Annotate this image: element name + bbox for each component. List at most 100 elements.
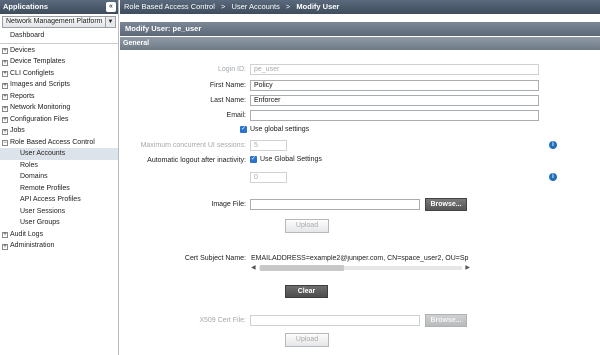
expand-icon[interactable]: + [2, 243, 8, 250]
app-root: Applications « Network Management Platfo… [0, 0, 600, 355]
breadcrumb-item-user-accounts[interactable]: User Accounts [231, 2, 279, 11]
sidebar: Applications « Network Management Platfo… [0, 0, 119, 355]
sidebar-item-devices[interactable]: + Devices [0, 45, 118, 57]
sidebar-item-api-access-profiles[interactable]: API Access Profiles [0, 194, 118, 206]
checkmark-icon: ✓ [240, 126, 247, 132]
sidebar-item-label: Devices [10, 46, 35, 54]
sidebar-item-label: Domains [20, 173, 48, 180]
expand-icon[interactable]: + [2, 59, 8, 66]
auto-logout-timeout-field: 0 [250, 172, 287, 183]
sidebar-item-label: Reports [10, 92, 35, 100]
sidebar-header: Applications « [0, 0, 118, 14]
expand-icon[interactable]: + [2, 117, 8, 123]
sidebar-item-network-monitoring[interactable]: + Network Monitoring [0, 102, 118, 114]
sidebar-item-reports[interactable]: + Reports [0, 91, 118, 103]
sidebar-item-label: Remote Profiles [20, 184, 70, 192]
sidebar-item-user-accounts[interactable]: User Accounts [0, 148, 118, 160]
email-field[interactable] [250, 110, 539, 121]
auto-logout-label: Automatic logout after inactivity: [147, 157, 246, 164]
use-global-settings-label: Use global settings [250, 126, 310, 133]
first-name-field[interactable]: Policy [250, 80, 539, 91]
sidebar-item-label: Images and Scripts [10, 81, 70, 88]
cert-subject-scrollbar[interactable]: ◀ ▶ [251, 264, 470, 272]
login-id-field: pe_user [250, 64, 539, 75]
sidebar-divider [0, 42, 118, 44]
application-select[interactable]: Network Management Platform ▼ [2, 16, 116, 28]
cert-subject-value: EMAILADDRESS=example2@juniper.com, CN=sp… [251, 255, 469, 262]
sidebar-item-role-based-access-control[interactable]: − Role Based Access Control [0, 137, 118, 149]
sidebar-item-label: Roles [20, 161, 38, 169]
sidebar-item-administration[interactable]: + Administration [0, 240, 118, 252]
breadcrumb-separator: > [285, 2, 291, 11]
info-icon[interactable]: i [549, 173, 557, 181]
sidebar-item-roles[interactable]: Roles [0, 160, 118, 172]
sidebar-item-label: Administration [10, 242, 55, 249]
sidebar-item-label: CLI Configlets [10, 69, 54, 77]
expand-icon[interactable]: + [2, 48, 8, 54]
chevron-down-icon[interactable]: ▼ [105, 17, 115, 27]
scroll-right-icon[interactable]: ▶ [465, 264, 470, 272]
x509-browse-button: Browse... [425, 314, 467, 327]
x509-upload-button: Upload [285, 333, 329, 347]
last-name-field[interactable]: Enforcer [250, 95, 539, 106]
sidebar-item-images-and-scripts[interactable]: + Images and Scripts [0, 79, 118, 91]
sidebar-item-label: API Access Profiles [20, 196, 81, 203]
auto-logout-global-label: Use Global Settings [260, 156, 322, 163]
expand-icon[interactable]: + [2, 105, 8, 112]
x509-cert-field [250, 315, 420, 326]
image-browse-button[interactable]: Browse... [425, 198, 467, 211]
sidebar-item-label: User Sessions [20, 207, 66, 215]
sidebar-item-configuration-files[interactable]: + Configuration Files [0, 114, 118, 126]
sidebar-item-label: Device Templates [10, 58, 66, 65]
first-name-label: First Name: [209, 82, 246, 89]
checkmark-icon: ✓ [250, 156, 257, 162]
sidebar-item-user-groups[interactable]: User Groups [0, 217, 118, 229]
breadcrumb-item-modify-user: Modify User [296, 2, 340, 11]
sidebar-item-label: User Accounts [20, 150, 66, 157]
max-sessions-field: 5 [250, 140, 287, 151]
sidebar-item-label: Configuration Files [10, 115, 69, 123]
info-icon[interactable]: i [549, 141, 557, 149]
sidebar-item-remote-profiles[interactable]: Remote Profiles [0, 183, 118, 195]
expand-icon[interactable]: + [2, 232, 8, 238]
expand-icon[interactable]: + [2, 71, 8, 77]
expand-icon[interactable]: + [2, 82, 8, 89]
scroll-left-icon[interactable]: ◀ [251, 264, 256, 272]
expand-icon[interactable]: + [2, 128, 8, 135]
application-select-value: Network Management Platform [6, 18, 103, 25]
sidebar-item-cli-configlets[interactable]: + CLI Configlets [0, 68, 118, 80]
email-label: Email: [226, 112, 246, 119]
sidebar-item-audit-logs[interactable]: + Audit Logs [0, 229, 118, 241]
breadcrumb-item-rbac[interactable]: Role Based Access Control [124, 2, 215, 11]
auto-logout-global-checkbox[interactable]: ✓ [250, 156, 257, 163]
sidebar-item-domains[interactable]: Domains [0, 171, 118, 183]
sidebar-item-dashboard[interactable]: Dashboard [0, 30, 118, 42]
last-name-label: Last Name: [210, 97, 246, 104]
scrollbar-thumb[interactable] [260, 265, 344, 271]
section-header-general: General [120, 37, 600, 50]
image-upload-button[interactable]: Upload [285, 219, 329, 233]
sidebar-item-device-templates[interactable]: + Device Templates [0, 56, 118, 68]
sidebar-item-label: Role Based Access Control [10, 138, 95, 146]
sidebar-item-user-sessions[interactable]: User Sessions [0, 206, 118, 218]
login-id-label: Login ID: [217, 66, 246, 73]
sidebar-item-label: Dashboard [10, 32, 45, 39]
x509-cert-label: X509 Cert File: [199, 317, 246, 324]
page-title: Modify User: pe_user [120, 22, 600, 36]
navigation-tree: Dashboard + Devices + Device Templates + CLI C… [0, 30, 118, 252]
sidebar-item-jobs[interactable]: + Jobs [0, 125, 118, 137]
breadcrumb: Role Based Access Control > User Account… [120, 0, 600, 14]
sidebar-header-title: Applications [3, 2, 49, 11]
collapse-icon[interactable]: − [2, 140, 8, 146]
max-sessions-label: Maximum concurrent UI sessions: [140, 142, 246, 149]
cert-clear-button[interactable]: Clear [285, 285, 328, 298]
use-global-settings-checkbox[interactable]: ✓ [240, 126, 247, 133]
expand-icon[interactable]: + [2, 94, 8, 100]
sidebar-item-label: Audit Logs [10, 230, 44, 238]
collapse-sidebar-icon[interactable]: « [106, 2, 116, 12]
image-file-field[interactable] [250, 199, 420, 210]
sidebar-item-label: Jobs [10, 127, 25, 134]
cert-subject-label: Cert Subject Name: [184, 255, 246, 262]
sidebar-item-label: Network Monitoring [10, 104, 71, 111]
sidebar-item-label: User Groups [20, 219, 60, 226]
